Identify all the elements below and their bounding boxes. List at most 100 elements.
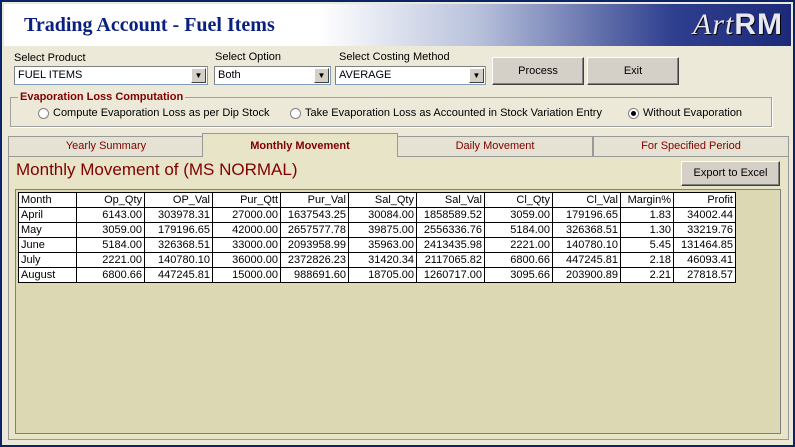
- table-cell[interactable]: 15000.00: [212, 267, 281, 283]
- table-cell[interactable]: 2221.00: [484, 237, 553, 253]
- table-cell[interactable]: 2413435.98: [416, 237, 485, 253]
- table-cell[interactable]: 2.21: [620, 267, 674, 283]
- process-button[interactable]: Process: [492, 57, 584, 85]
- chevron-down-icon[interactable]: ▼: [314, 68, 329, 83]
- monthly-movement-table: Month Op_Qty OP_Val Pur_Qtt Pur_Val Sal_Qty Sa…: [18, 192, 736, 283]
- table-row[interactable]: August 6800.66 447245.81 15000.00 988691.60 1…: [18, 267, 736, 283]
- chevron-down-icon[interactable]: ▼: [191, 68, 206, 83]
- table-cell[interactable]: June: [18, 237, 77, 253]
- table-cell[interactable]: 42000.00: [212, 222, 281, 238]
- table-cell[interactable]: 27000.00: [212, 207, 281, 223]
- radio-without-evaporation[interactable]: Without Evaporation: [628, 107, 742, 119]
- radio-dip-stock[interactable]: Compute Evaporation Loss as per Dip Stoc…: [38, 107, 269, 119]
- table-cell[interactable]: 2556336.76: [416, 222, 485, 238]
- table-cell[interactable]: 179196.65: [144, 222, 213, 238]
- option-select[interactable]: Both ▼: [214, 66, 331, 85]
- export-excel-button[interactable]: Export to Excel: [681, 161, 780, 186]
- table-cell[interactable]: 33219.76: [673, 222, 736, 238]
- table-cell[interactable]: 35963.00: [348, 237, 417, 253]
- table-cell[interactable]: 5.45: [620, 237, 674, 253]
- table-cell[interactable]: 6800.66: [76, 267, 145, 283]
- table-row[interactable]: June 5184.00 326368.51 33000.00 2093958.99 35…: [18, 237, 736, 253]
- tab-yearly-summary[interactable]: Yearly Summary: [8, 136, 204, 156]
- costing-label: Select Costing Method: [339, 51, 450, 63]
- table-cell[interactable]: 2657577.78: [280, 222, 349, 238]
- column-header[interactable]: Pur_Qtt: [212, 192, 281, 208]
- option-value: Both: [218, 69, 241, 81]
- table-cell[interactable]: 1.83: [620, 207, 674, 223]
- exit-button[interactable]: Exit: [587, 57, 679, 85]
- table-cell[interactable]: 988691.60: [280, 267, 349, 283]
- column-header[interactable]: Month: [18, 192, 77, 208]
- title-bar: Trading Account - Fuel Items ArtRM: [4, 4, 791, 46]
- table-cell[interactable]: 2093958.99: [280, 237, 349, 253]
- table-cell[interactable]: 2221.00: [76, 252, 145, 268]
- table-cell[interactable]: 447245.81: [552, 252, 621, 268]
- table-cell[interactable]: 3059.00: [76, 222, 145, 238]
- tab-monthly-movement[interactable]: Monthly Movement: [202, 133, 398, 157]
- radio-dot[interactable]: [38, 107, 49, 119]
- column-header[interactable]: Margin%: [620, 192, 674, 208]
- table-cell[interactable]: April: [18, 207, 77, 223]
- table-cell[interactable]: 30084.00: [348, 207, 417, 223]
- table-cell[interactable]: 5184.00: [76, 237, 145, 253]
- column-header[interactable]: OP_Val: [144, 192, 213, 208]
- table-cell[interactable]: 5184.00: [484, 222, 553, 238]
- table-cell[interactable]: 179196.65: [552, 207, 621, 223]
- tab-daily-movement[interactable]: Daily Movement: [397, 136, 593, 156]
- table-cell[interactable]: 140780.10: [552, 237, 621, 253]
- column-header[interactable]: Sal_Qty: [348, 192, 417, 208]
- table-cell[interactable]: 34002.44: [673, 207, 736, 223]
- table-cell[interactable]: August: [18, 267, 77, 283]
- column-header[interactable]: Cl_Qty: [484, 192, 553, 208]
- table-cell[interactable]: 1.30: [620, 222, 674, 238]
- table-cell[interactable]: 31420.34: [348, 252, 417, 268]
- table-row[interactable]: July 2221.00 140780.10 36000.00 2372826.23 31…: [18, 252, 736, 268]
- table-cell[interactable]: 326368.51: [144, 237, 213, 253]
- radio-dot[interactable]: [290, 107, 301, 119]
- table-cell[interactable]: 33000.00: [212, 237, 281, 253]
- data-grid[interactable]: Month Op_Qty OP_Val Pur_Qtt Pur_Val Sal_Qty Sa…: [15, 189, 781, 434]
- radio-dot-selected[interactable]: [628, 107, 639, 119]
- table-row[interactable]: May 3059.00 179196.65 42000.00 2657577.78 398…: [18, 222, 736, 238]
- table-cell[interactable]: 18705.00: [348, 267, 417, 283]
- table-cell[interactable]: 1858589.52: [416, 207, 485, 223]
- costing-value: AVERAGE: [339, 69, 392, 81]
- chevron-down-icon[interactable]: ▼: [469, 68, 484, 83]
- table-cell[interactable]: July: [18, 252, 77, 268]
- table-cell[interactable]: 140780.10: [144, 252, 213, 268]
- product-value: FUEL ITEMS: [18, 69, 83, 81]
- table-header-row: Month Op_Qty OP_Val Pur_Qtt Pur_Val Sal_Qty Sa…: [18, 192, 736, 208]
- column-header[interactable]: Op_Qty: [76, 192, 145, 208]
- column-header[interactable]: Sal_Val: [416, 192, 485, 208]
- column-header[interactable]: Pur_Val: [280, 192, 349, 208]
- table-cell[interactable]: 6143.00: [76, 207, 145, 223]
- table-cell[interactable]: 1260717.00: [416, 267, 485, 283]
- table-cell[interactable]: 3059.00: [484, 207, 553, 223]
- table-cell[interactable]: 36000.00: [212, 252, 281, 268]
- table-cell[interactable]: 46093.41: [673, 252, 736, 268]
- costing-select[interactable]: AVERAGE ▼: [335, 66, 486, 85]
- table-cell[interactable]: 1637543.25: [280, 207, 349, 223]
- table-cell[interactable]: 27818.57: [673, 267, 736, 283]
- table-cell[interactable]: 2.18: [620, 252, 674, 268]
- table-cell[interactable]: 203900.89: [552, 267, 621, 283]
- tab-for-specified-period[interactable]: For Specified Period: [593, 136, 789, 156]
- table-cell[interactable]: 3095.66: [484, 267, 553, 283]
- product-select[interactable]: FUEL ITEMS ▼: [14, 66, 208, 85]
- table-row[interactable]: April 6143.00 303978.31 27000.00 1637543.25 3…: [18, 207, 736, 223]
- window-title: Trading Account - Fuel Items: [24, 14, 275, 36]
- table-cell[interactable]: 39875.00: [348, 222, 417, 238]
- table-cell[interactable]: 2372826.23: [280, 252, 349, 268]
- table-cell[interactable]: 447245.81: [144, 267, 213, 283]
- product-label: Select Product: [14, 52, 86, 64]
- radio-stock-variation[interactable]: Take Evaporation Loss as Accounted in St…: [290, 107, 602, 119]
- table-cell[interactable]: May: [18, 222, 77, 238]
- table-cell[interactable]: 6800.66: [484, 252, 553, 268]
- table-cell[interactable]: 2117065.82: [416, 252, 485, 268]
- table-cell[interactable]: 326368.51: [552, 222, 621, 238]
- column-header[interactable]: Profit: [673, 192, 736, 208]
- table-cell[interactable]: 131464.85: [673, 237, 736, 253]
- table-cell[interactable]: 303978.31: [144, 207, 213, 223]
- column-header[interactable]: Cl_Val: [552, 192, 621, 208]
